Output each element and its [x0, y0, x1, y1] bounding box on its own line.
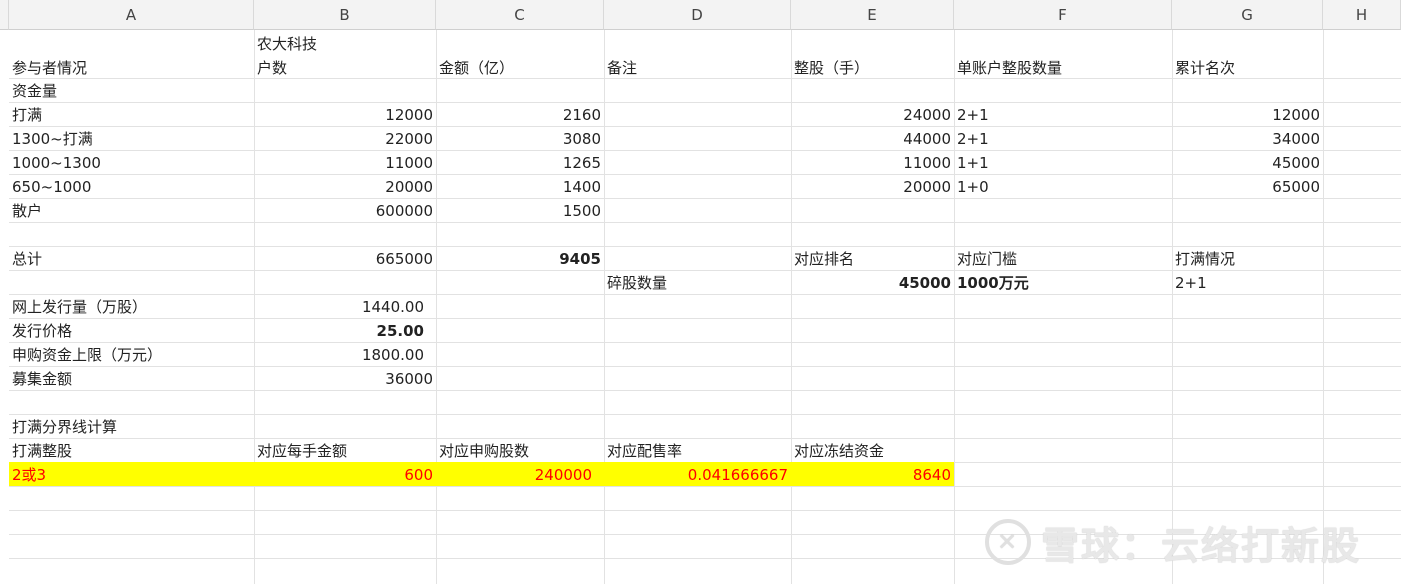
column-header-e[interactable]: E — [791, 0, 954, 30]
cell-b18[interactable]: 对应每手金额 — [254, 439, 436, 463]
cell-a19[interactable]: 2或3 — [9, 463, 254, 487]
watermark: ✕ 雪球：云络打新股 — [985, 512, 1361, 572]
cell-c7[interactable]: 1400 — [436, 175, 604, 199]
cell-d11[interactable]: 碎股数量 — [604, 271, 791, 295]
cell-b4[interactable]: 12000 — [254, 103, 436, 127]
cell-a18[interactable]: 打满整股 — [9, 439, 254, 463]
cell-g6[interactable]: 45000 — [1172, 151, 1323, 175]
cell-b14[interactable]: 1800.00 — [254, 343, 436, 367]
cell-c2[interactable]: 金额（亿） — [436, 56, 604, 80]
cell-a12[interactable]: 网上发行量（万股） — [9, 295, 254, 319]
cell-a14[interactable]: 申购资金上限（万元） — [9, 343, 254, 367]
cell-f6[interactable]: 1+1 — [954, 151, 1172, 175]
column-header-d[interactable]: D — [604, 0, 791, 30]
cell-c4[interactable]: 2160 — [436, 103, 604, 127]
cell-g10[interactable]: 打满情况 — [1172, 247, 1323, 271]
cell-e10[interactable]: 对应排名 — [791, 247, 954, 271]
cell-e2[interactable]: 整股（手） — [791, 56, 954, 80]
cell-b1-title[interactable]: 农大科技 — [254, 32, 436, 56]
cell-b10[interactable]: 665000 — [254, 247, 436, 271]
cell-a4[interactable]: 打满 — [9, 103, 254, 127]
cell-c8[interactable]: 1500 — [436, 199, 604, 223]
cell-g11[interactable]: 2+1 — [1172, 271, 1323, 295]
spreadsheet: A B C D E F G H 农大科技 参与者情况 户数 金额（亿） 备注 整… — [0, 0, 1401, 584]
column-header-f[interactable]: F — [954, 0, 1172, 30]
cell-g5[interactable]: 34000 — [1172, 127, 1323, 151]
cell-f10[interactable]: 对应门槛 — [954, 247, 1172, 271]
cell-e4[interactable]: 24000 — [791, 103, 954, 127]
cell-e19[interactable]: 8640 — [791, 463, 954, 487]
column-header-b[interactable]: B — [254, 0, 436, 30]
cell-e5[interactable]: 44000 — [791, 127, 954, 151]
column-header-a[interactable]: A — [9, 0, 254, 30]
cell-f11[interactable]: 1000万元 — [954, 271, 1172, 295]
cell-b12[interactable]: 1440.00 — [254, 295, 436, 319]
cell-f4[interactable]: 2+1 — [954, 103, 1172, 127]
cell-c10[interactable]: 9405 — [436, 247, 604, 271]
cell-b6[interactable]: 11000 — [254, 151, 436, 175]
cell-c6[interactable]: 1265 — [436, 151, 604, 175]
cell-d19[interactable]: 0.041666667 — [604, 463, 791, 487]
cell-a8[interactable]: 散户 — [9, 199, 254, 223]
cell-b5[interactable]: 22000 — [254, 127, 436, 151]
cell-d18[interactable]: 对应配售率 — [604, 439, 791, 463]
snowball-logo-icon: ✕ — [985, 519, 1031, 565]
cell-a6[interactable]: 1000~1300 — [9, 151, 254, 175]
cell-f2[interactable]: 单账户整股数量 — [954, 56, 1172, 80]
cell-a10[interactable]: 总计 — [9, 247, 254, 271]
cell-e18[interactable]: 对应冻结资金 — [791, 439, 954, 463]
cell-c18[interactable]: 对应申购股数 — [436, 439, 604, 463]
cell-g2[interactable]: 累计名次 — [1172, 56, 1323, 80]
cell-a7[interactable]: 650~1000 — [9, 175, 254, 199]
cell-a2[interactable]: 参与者情况 — [9, 56, 254, 80]
cell-f5[interactable]: 2+1 — [954, 127, 1172, 151]
watermark-text: 雪球：云络打新股 — [1041, 523, 1362, 568]
column-header-h[interactable]: H — [1323, 0, 1401, 30]
cell-b15[interactable]: 36000 — [254, 367, 436, 391]
cell-g7[interactable]: 65000 — [1172, 175, 1323, 199]
cell-b8[interactable]: 600000 — [254, 199, 436, 223]
cell-e6[interactable]: 11000 — [791, 151, 954, 175]
column-header-g[interactable]: G — [1172, 0, 1323, 30]
cell-e11[interactable]: 45000 — [791, 271, 954, 295]
corner-header[interactable] — [0, 0, 9, 30]
cell-f7[interactable]: 1+0 — [954, 175, 1172, 199]
cell-b13[interactable]: 25.00 — [254, 319, 436, 343]
cell-c19[interactable]: 240000 — [436, 463, 604, 487]
cell-a5[interactable]: 1300~打满 — [9, 127, 254, 151]
gridline — [9, 510, 1401, 511]
cell-a3[interactable]: 资金量 — [9, 79, 254, 103]
cell-a15[interactable]: 募集金额 — [9, 367, 254, 391]
cell-b19[interactable]: 600 — [254, 463, 436, 487]
cell-c5[interactable]: 3080 — [436, 127, 604, 151]
cell-a17[interactable]: 打满分界线计算 — [9, 415, 254, 439]
cell-g4[interactable]: 12000 — [1172, 103, 1323, 127]
cell-e7[interactable]: 20000 — [791, 175, 954, 199]
cell-d2[interactable]: 备注 — [604, 56, 791, 80]
column-header-c[interactable]: C — [436, 0, 604, 30]
cell-b2[interactable]: 户数 — [254, 56, 436, 80]
cell-b7[interactable]: 20000 — [254, 175, 436, 199]
gridline — [604, 30, 605, 584]
gridline — [1323, 30, 1324, 584]
cell-a13[interactable]: 发行价格 — [9, 319, 254, 343]
